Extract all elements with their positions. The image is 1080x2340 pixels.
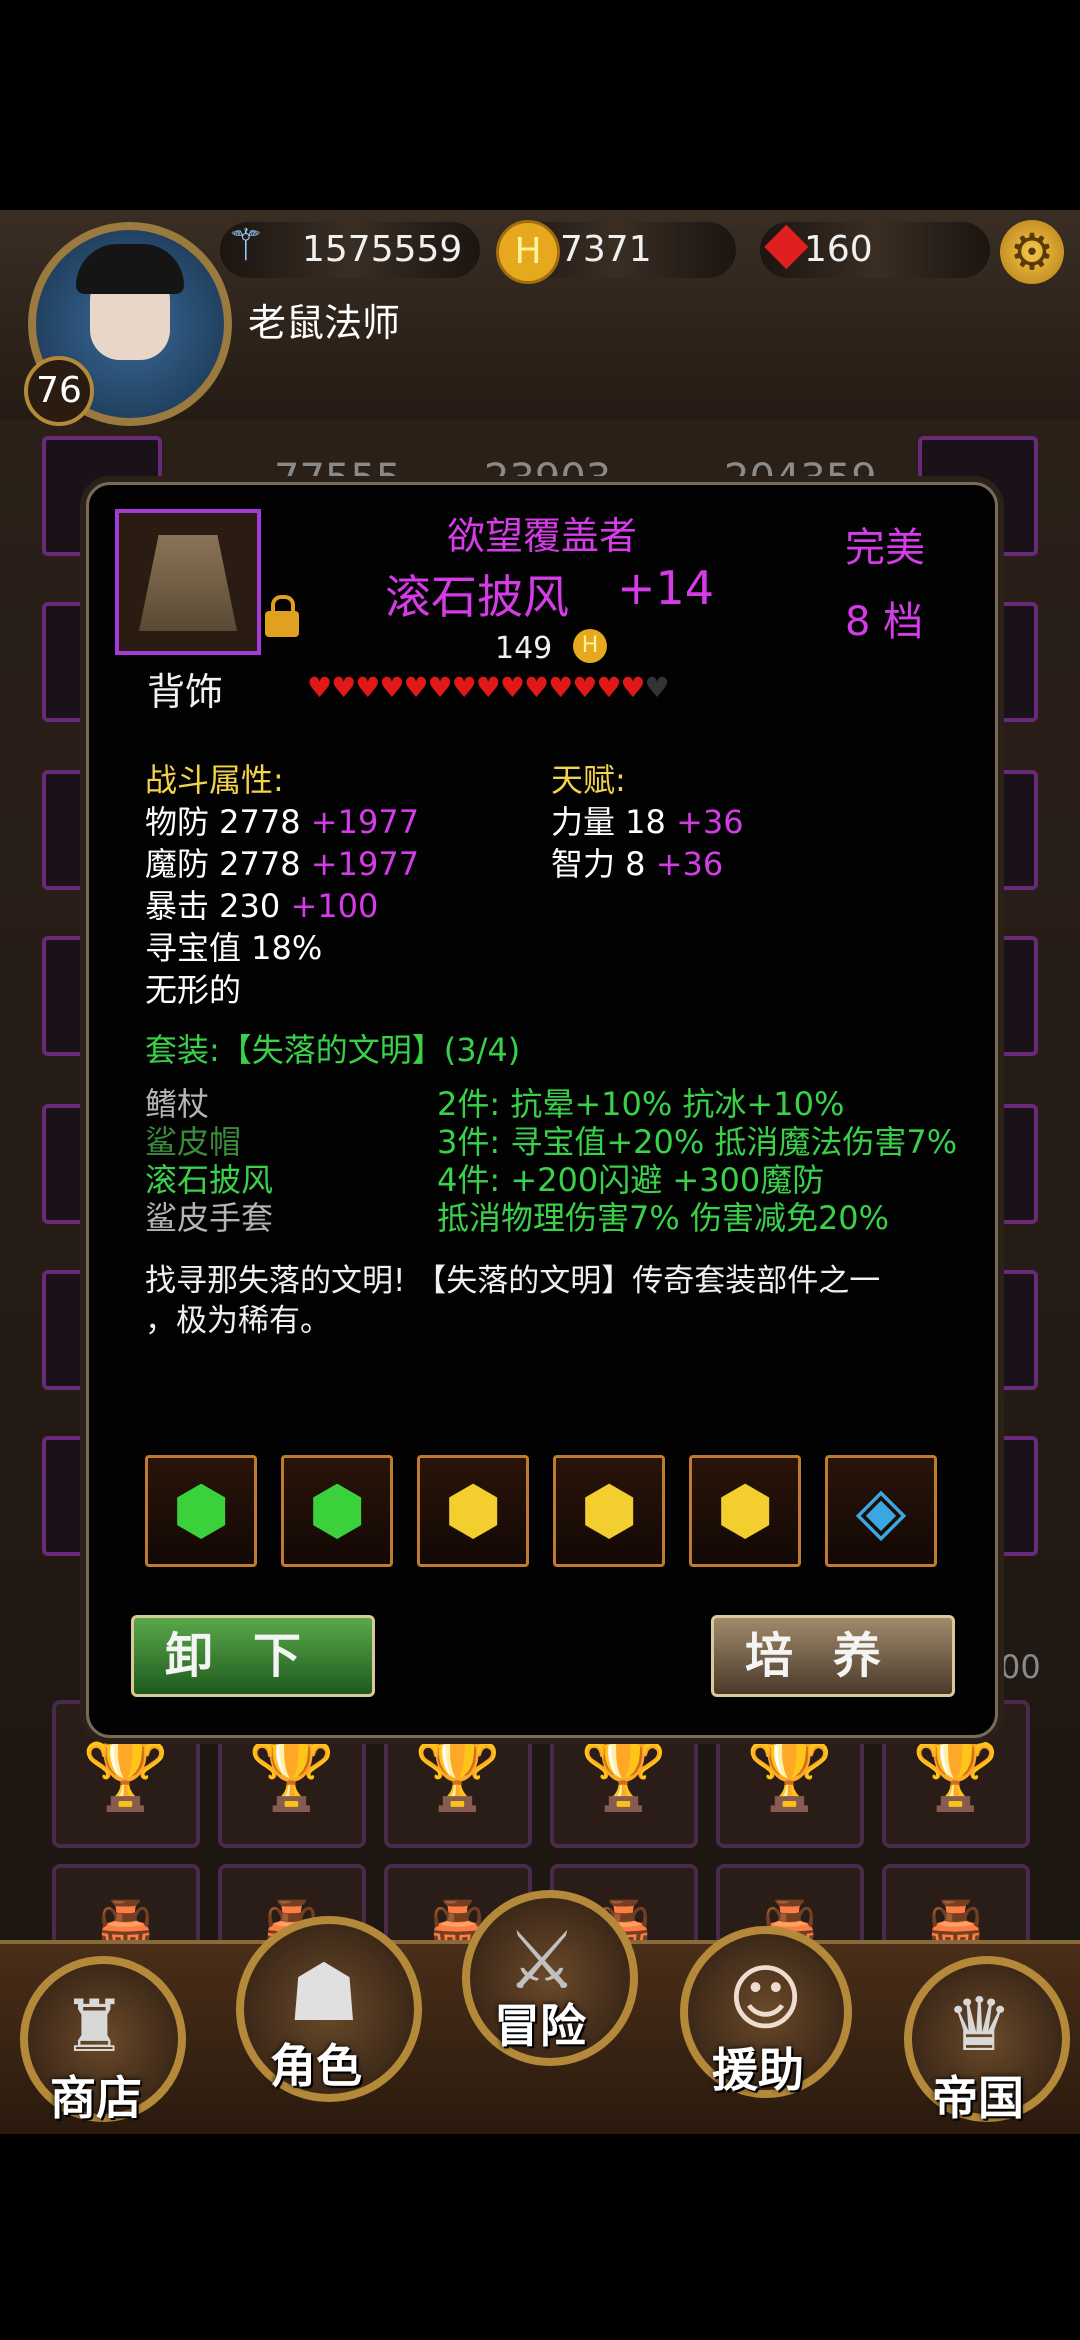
item-price: 149 xyxy=(495,631,553,666)
item-name: 滚石披风 xyxy=(385,570,569,624)
stat-partial-bottom: 00 xyxy=(1000,1648,1041,1686)
gem-socket[interactable]: ⬢ xyxy=(281,1455,393,1567)
set-piece: 鲨皮手套 xyxy=(145,1199,274,1237)
set-piece: 滚石披风 xyxy=(145,1161,274,1199)
combat-stat-row: 魔防 2778 +1977 xyxy=(145,845,420,883)
heart-full-icon: ♥ xyxy=(475,671,501,704)
item-enhance-level: +14 xyxy=(617,561,715,615)
heart-empty-icon: ♥ xyxy=(644,671,670,704)
yellow-gem-icon: ⬢ xyxy=(444,1472,502,1549)
item-slot-label: 背饰 xyxy=(147,670,224,714)
heart-full-icon: ♥ xyxy=(523,671,550,704)
heart-full-icon: ♥ xyxy=(427,671,453,704)
heart-full-icon: ♥ xyxy=(355,671,381,704)
girl-portrait-icon: ☺ xyxy=(728,1956,804,2040)
blue-gem-icon: ◈ xyxy=(855,1472,907,1549)
set-bonus: 2件: 抗晕+10% 抗冰+10% xyxy=(437,1085,845,1123)
talent-row: 力量 18 +36 xyxy=(551,803,744,841)
heart-full-icon: ♥ xyxy=(379,671,405,704)
talent-row: 智力 8 +36 xyxy=(551,845,724,883)
gem-socket[interactable]: ⬢ xyxy=(417,1455,529,1567)
heart-full-icon: ♥ xyxy=(451,671,477,704)
nav-support-label: 援助 xyxy=(712,2043,804,2097)
power-display: ⚚ 1575559 xyxy=(220,220,480,278)
talent-list: 力量 18 +36 智力 8 +36 xyxy=(551,797,744,883)
nav-character-label: 角色 xyxy=(270,2039,362,2093)
settings-gear-icon[interactable]: ⚙ xyxy=(1000,220,1064,284)
heart-full-icon: ♥ xyxy=(307,671,333,704)
item-detail-dialog: 欲望覆盖者 滚石披风 +14 完美 8 档 149 H 背饰 ♥♥♥♥♥♥♥♥♥… xyxy=(86,482,998,1738)
nav-shop-label: 商店 xyxy=(50,2071,142,2125)
crown-icon: ♛ xyxy=(946,1982,1013,2068)
gem-socket[interactable]: ⬢ xyxy=(689,1455,801,1567)
talent-title: 天赋: xyxy=(551,761,626,799)
hooded-figure-icon: ☗ xyxy=(288,1946,360,2039)
nav-empire-label: 帝国 xyxy=(932,2071,1024,2125)
heart-full-icon: ♥ xyxy=(572,671,598,704)
set-bonus: 抵消物理伤害7% 伤害减免20% xyxy=(437,1199,890,1237)
gem-socket[interactable]: ⬢ xyxy=(145,1455,257,1567)
lock-icon[interactable] xyxy=(265,595,299,637)
yellow-gem-icon: ⬢ xyxy=(580,1472,638,1549)
heart-full-icon: ♥ xyxy=(331,671,357,704)
item-quality: 完美 xyxy=(845,525,925,571)
level-badge: 76 xyxy=(24,356,94,426)
staff-icon: ⚚ xyxy=(226,220,266,271)
gold-value: 7371 xyxy=(560,229,652,270)
unequip-button[interactable]: 卸下 xyxy=(131,1615,375,1697)
combat-stat-row: 暴击 230 +100 xyxy=(145,887,379,925)
durability-hearts: ♥♥♥♥♥♥♥♥♥♥♥♥♥♥♥ xyxy=(307,671,670,704)
set-piece: 鲨皮帽 xyxy=(145,1123,242,1161)
gem-value: 160 xyxy=(804,229,873,270)
green-gem-icon: ⬢ xyxy=(172,1472,230,1549)
combat-stat-row: 寻宝值 18% xyxy=(145,929,323,967)
portrait-hair xyxy=(76,244,184,294)
heart-full-icon: ♥ xyxy=(499,671,525,704)
gold-display: H 7371 xyxy=(496,220,736,284)
gem-display: ◆ 160 xyxy=(760,213,990,278)
cultivate-button[interactable]: 培养 xyxy=(711,1615,955,1697)
combat-stat-row: 物防 2778 +1977 xyxy=(145,803,420,841)
gold-coin-icon: H xyxy=(573,629,607,663)
heart-full-icon: ♥ xyxy=(548,671,574,704)
castle-icon: ♜ xyxy=(62,1984,127,2068)
nav-adventure-label: 冒险 xyxy=(494,1999,586,2053)
heart-full-icon: ♥ xyxy=(596,671,622,704)
item-description: 找寻那失落的文明! 【失落的文明】传奇套装部件之一 ，极为稀有。 xyxy=(145,1263,881,1339)
player-name: 老鼠法师 xyxy=(248,301,401,345)
gem-socket[interactable]: ◈ xyxy=(825,1455,937,1567)
set-pieces-list: 鳍杖 鲨皮帽 滚石披风 鲨皮手套 xyxy=(145,1079,274,1237)
set-piece: 鳍杖 xyxy=(145,1085,210,1123)
heart-full-icon: ♥ xyxy=(620,671,646,704)
power-value: 1575559 xyxy=(302,229,463,270)
set-title: 套装:【失落的文明】(3/4) xyxy=(145,1031,521,1069)
green-gem-icon: ⬢ xyxy=(308,1472,366,1549)
combat-stats-title: 战斗属性: xyxy=(145,761,284,799)
red-crystal-icon: ◆ xyxy=(764,208,809,276)
combat-stat-row: 无形的 xyxy=(145,971,242,1009)
heart-full-icon: ♥ xyxy=(403,671,429,704)
set-bonus-list: 2件: 抗晕+10% 抗冰+10% 3件: 寻宝值+20% 抵消魔法伤害7% 4… xyxy=(437,1079,958,1237)
set-bonus: 3件: 寻宝值+20% 抵消魔法伤害7% xyxy=(437,1123,958,1161)
gem-socket[interactable]: ⬢ xyxy=(553,1455,665,1567)
yellow-gem-icon: ⬢ xyxy=(716,1472,774,1549)
combat-stats-list: 物防 2778 +1977 魔防 2778 +1977 暴击 230 +100 … xyxy=(145,797,420,1009)
item-tier: 8 档 xyxy=(845,599,924,645)
gold-coin-icon: H xyxy=(496,220,560,284)
